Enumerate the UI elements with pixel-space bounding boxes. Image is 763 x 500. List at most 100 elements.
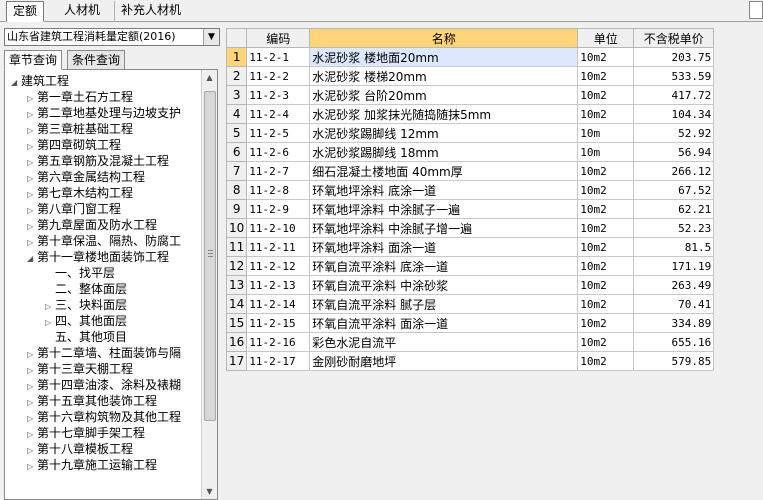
row-number-cell[interactable]: 6	[225, 142, 248, 162]
name-cell[interactable]: 环氧自流平涂料 腻子层	[309, 294, 579, 314]
column-header-code[interactable]: 编码	[246, 28, 311, 48]
table-row[interactable]: 5 11-2-5 水泥砂浆踢脚线 12mm 10m 52.92	[225, 123, 715, 143]
expand-arrow-icon[interactable]: ◢	[27, 251, 37, 267]
table-row[interactable]: 3 11-2-3 水泥砂浆 台阶20mm 10m2 417.72	[225, 85, 715, 105]
tree-item[interactable]: ▷ 第十九章施工运输工程	[27, 457, 157, 473]
expand-arrow-icon[interactable]: ◢	[11, 75, 21, 91]
code-cell[interactable]: 11-2-13	[246, 275, 311, 295]
price-cell[interactable]: 70.41	[633, 294, 715, 314]
unit-cell[interactable]: 10m2	[577, 161, 635, 181]
code-cell[interactable]: 11-2-14	[246, 294, 311, 314]
price-cell[interactable]: 533.59	[633, 66, 715, 86]
code-cell[interactable]: 11-2-15	[246, 313, 311, 333]
row-number-cell[interactable]: 1	[225, 47, 248, 67]
unit-cell[interactable]: 10m2	[577, 66, 635, 86]
code-cell[interactable]: 11-2-1	[246, 47, 311, 67]
price-cell[interactable]: 266.12	[633, 161, 715, 181]
tree-item[interactable]: ▷ 第十五章其他装饰工程	[27, 393, 157, 409]
name-cell[interactable]: 环氧自流平涂料 底涂一道	[309, 256, 579, 276]
name-cell[interactable]: 环氧自流平涂料 面涂一道	[309, 313, 579, 333]
row-number-cell[interactable]: 12	[225, 256, 248, 276]
table-row[interactable]: 10 11-2-10 环氧地坪涂料 中涂腻子增一遍 10m2 52.23	[225, 218, 715, 238]
price-cell[interactable]: 334.89	[633, 313, 715, 333]
column-header-unit[interactable]: 单位	[577, 28, 635, 48]
tree-item[interactable]: ▷ 四、其他面层	[45, 313, 127, 329]
tree-item[interactable]: ▷ 第十章保温、隔热、防腐工	[27, 233, 181, 249]
row-number-cell[interactable]: 13	[225, 275, 248, 295]
table-row[interactable]: 1 11-2-1 水泥砂浆 楼地面20mm 10m2 203.75	[225, 47, 715, 67]
name-cell[interactable]: 水泥砂浆 台阶20mm	[309, 85, 579, 105]
price-cell[interactable]: 81.5	[633, 237, 715, 257]
code-cell[interactable]: 11-2-7	[246, 161, 311, 181]
tree-item[interactable]: ▷ 第二章地基处理与边坡支护	[27, 105, 181, 121]
tab-condition-query[interactable]: 条件查询	[67, 50, 126, 70]
tree-item[interactable]: ▷ 第九章屋面及防水工程	[27, 217, 157, 233]
tree-item[interactable]: ▷ 第十四章油漆、涂料及裱糊	[27, 377, 181, 393]
price-cell[interactable]: 171.19	[633, 256, 715, 276]
table-row[interactable]: 7 11-2-7 细石混凝土楼地面 40mm厚 10m2 266.12	[225, 161, 715, 181]
name-cell[interactable]: 水泥砂浆 楼梯20mm	[309, 66, 579, 86]
tree-item[interactable]: ▷ 第五章钢筋及混凝土工程	[27, 153, 169, 169]
row-number-cell[interactable]: 2	[225, 66, 248, 86]
price-cell[interactable]: 104.34	[633, 104, 715, 124]
table-row[interactable]: 4 11-2-4 水泥砂浆 加浆抹光随捣随抹5mm 10m2 104.34	[225, 104, 715, 124]
name-cell[interactable]: 细石混凝土楼地面 40mm厚	[309, 161, 579, 181]
name-cell[interactable]: 环氧地坪涂料 面涂一道	[309, 237, 579, 257]
chevron-down-icon[interactable]: ▼	[203, 29, 219, 45]
row-number-cell[interactable]: 11	[225, 237, 248, 257]
name-cell[interactable]: 彩色水泥自流平	[309, 332, 579, 352]
row-number-cell[interactable]: 5	[225, 123, 248, 143]
unit-cell[interactable]: 10m2	[577, 180, 635, 200]
unit-cell[interactable]: 10m2	[577, 47, 635, 67]
table-row[interactable]: 9 11-2-9 环氧地坪涂料 中涂腻子一遍 10m2 62.21	[225, 199, 715, 219]
code-cell[interactable]: 11-2-12	[246, 256, 311, 276]
scroll-down-icon[interactable]: ▼	[202, 484, 217, 499]
name-cell[interactable]: 水泥砂浆踢脚线 12mm	[309, 123, 579, 143]
name-cell[interactable]: 水泥砂浆踢脚线 18mm	[309, 142, 579, 162]
row-number-cell[interactable]: 17	[225, 351, 248, 371]
code-cell[interactable]: 11-2-11	[246, 237, 311, 257]
tree-item[interactable]: 二、整体面层	[45, 281, 127, 297]
quota-library-select[interactable]: 山东省建筑工程消耗量定额(2016) ▼	[4, 28, 220, 46]
table-row[interactable]: 16 11-2-16 彩色水泥自流平 10m2 655.16	[225, 332, 715, 352]
code-cell[interactable]: 11-2-4	[246, 104, 311, 124]
price-cell[interactable]: 52.92	[633, 123, 715, 143]
tree-item[interactable]: ▷ 第十八章模板工程	[27, 441, 133, 457]
table-row[interactable]: 11 11-2-11 环氧地坪涂料 面涂一道 10m2 81.5	[225, 237, 715, 257]
price-cell[interactable]: 203.75	[633, 47, 715, 67]
price-cell[interactable]: 62.21	[633, 199, 715, 219]
name-cell[interactable]: 金刚砂耐磨地坪	[309, 351, 579, 371]
tree-item[interactable]: ▷ 第三章桩基础工程	[27, 121, 133, 137]
price-cell[interactable]: 417.72	[633, 85, 715, 105]
price-cell[interactable]: 67.52	[633, 180, 715, 200]
unit-cell[interactable]: 10m2	[577, 294, 635, 314]
row-number-cell[interactable]: 15	[225, 313, 248, 333]
scrollbar-thumb[interactable]	[204, 91, 216, 421]
unit-cell[interactable]: 10m2	[577, 256, 635, 276]
price-cell[interactable]: 655.16	[633, 332, 715, 352]
table-row[interactable]: 2 11-2-2 水泥砂浆 楼梯20mm 10m2 533.59	[225, 66, 715, 86]
code-cell[interactable]: 11-2-5	[246, 123, 311, 143]
tab-quota[interactable]: 定额	[6, 1, 45, 22]
price-cell[interactable]: 52.23	[633, 218, 715, 238]
name-cell[interactable]: 水泥砂浆 加浆抹光随捣随抹5mm	[309, 104, 579, 124]
table-row[interactable]: 15 11-2-15 环氧自流平涂料 面涂一道 10m2 334.89	[225, 313, 715, 333]
code-cell[interactable]: 11-2-16	[246, 332, 311, 352]
unit-cell[interactable]: 10m2	[577, 351, 635, 371]
table-row[interactable]: 8 11-2-8 环氧地坪涂料 底涂一道 10m2 67.52	[225, 180, 715, 200]
tree-item[interactable]: ◢ 建筑工程	[11, 73, 69, 89]
column-header-price[interactable]: 不含税单价	[633, 28, 715, 48]
unit-cell[interactable]: 10m2	[577, 332, 635, 352]
tree-item[interactable]: ▷ 第十七章脚手架工程	[27, 425, 145, 441]
row-number-cell[interactable]: 10	[225, 218, 248, 238]
code-cell[interactable]: 11-2-9	[246, 199, 311, 219]
code-cell[interactable]: 11-2-10	[246, 218, 311, 238]
name-cell[interactable]: 环氧地坪涂料 中涂腻子增一遍	[309, 218, 579, 238]
tab-supplementary-labor-material-machine[interactable]: 补充人材机	[114, 1, 187, 22]
table-row[interactable]: 13 11-2-13 环氧自流平涂料 中涂砂浆 10m2 263.49	[225, 275, 715, 295]
tree-item[interactable]: ▷ 第十二章墙、柱面装饰与隔	[27, 345, 181, 361]
unit-cell[interactable]: 10m	[577, 123, 635, 143]
unit-cell[interactable]: 10m	[577, 142, 635, 162]
code-cell[interactable]: 11-2-3	[246, 85, 311, 105]
tree-item[interactable]: 五、其他项目	[45, 329, 127, 345]
